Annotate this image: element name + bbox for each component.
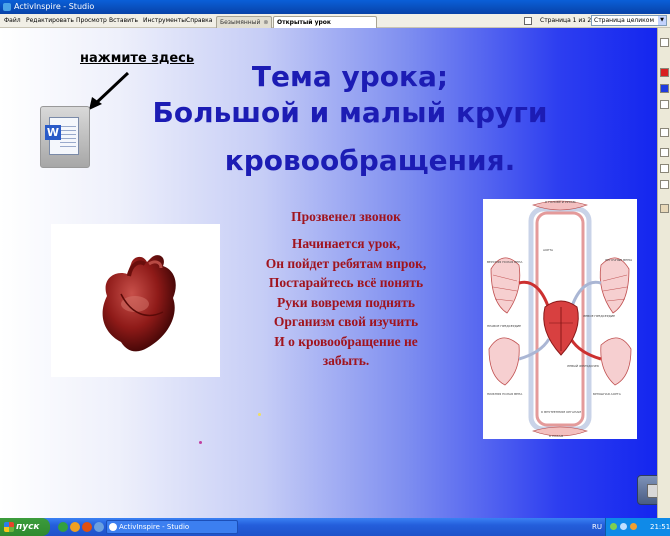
quicklaunch-icon[interactable]: [70, 522, 80, 532]
tab-close-icon[interactable]: ⊗: [263, 19, 268, 26]
page-title-line-2: Большой и малый круги: [152, 96, 548, 129]
svg-text:К ГОЛОВЕ И РУКАМ: К ГОЛОВЕ И РУКАМ: [545, 200, 576, 204]
clock: 21:51: [650, 523, 670, 531]
pen-tool-icon[interactable]: [660, 128, 669, 137]
menu-help[interactable]: Справка: [186, 14, 212, 28]
page-indicator: Страница 1 из 27: [540, 17, 596, 24]
svg-text:БРЮШНАЯ АОРТА: БРЮШНАЯ АОРТА: [593, 392, 622, 396]
svg-text:ЛЕВОЕ ПРЕДСЕРДИЕ: ЛЕВОЕ ПРЕДСЕРДИЕ: [583, 314, 615, 318]
word-letter-badge: W: [45, 125, 61, 140]
tool-button[interactable]: [660, 204, 669, 213]
activinspire-app-icon: [109, 523, 117, 531]
flipchart-canvas[interactable]: нажмите здесь W Тема урока; Большой и ма…: [0, 28, 667, 518]
poem-line: Постарайтесь всё понять: [268, 275, 424, 290]
poem-line: Начинается урок,: [291, 236, 401, 251]
svg-text:К НОГАМ: К НОГАМ: [549, 434, 564, 438]
poem-block: Прозвенел звонок Начинается урок, Он пой…: [226, 208, 466, 371]
tool-button[interactable]: [660, 148, 669, 157]
color-swatch-icon[interactable]: [660, 84, 669, 93]
language-indicator[interactable]: RU: [592, 518, 602, 536]
tab-untitled[interactable]: Безымянный ⊗: [216, 16, 272, 28]
view-select[interactable]: Страница целиком ▼: [591, 15, 667, 26]
menu-edit[interactable]: Редактировать: [26, 14, 74, 28]
start-button[interactable]: пуск: [0, 518, 50, 536]
taskbar: пуск ActivInspire - Studio RU 21:51: [0, 518, 670, 536]
poem-line: Он пойдет ребятам впрок,: [265, 255, 427, 271]
right-toolbar: [657, 28, 670, 518]
svg-text:НИЖНЯЯ ПОЛАЯ ВЕНА: НИЖНЯЯ ПОЛАЯ ВЕНА: [487, 392, 523, 396]
poem-line: И о кровообращение не: [274, 333, 418, 349]
word-document-icon[interactable]: W: [40, 106, 90, 168]
windows-flag-icon: [4, 522, 14, 532]
circulation-diagram[interactable]: К ГОЛОВЕ И РУКАМ ВЕРХНЯЯ ПОЛАЯ ВЕНА ЛЕГО…: [483, 199, 637, 439]
svg-text:ПРАВОЕ ПРЕДСЕРДИЕ: ПРАВОЕ ПРЕДСЕРДИЕ: [487, 324, 521, 328]
task-label: ActivInspire - Studio: [119, 523, 190, 531]
menu-view[interactable]: Просмотр: [76, 14, 107, 28]
start-label: пуск: [16, 522, 40, 532]
menu-insert[interactable]: Вставить: [109, 14, 138, 28]
tab-open-lesson[interactable]: Открытый урок Кровеносные⊗: [273, 16, 377, 37]
tray-icon[interactable]: [620, 523, 627, 530]
color-swatch-icon[interactable]: [660, 68, 669, 77]
heart-image[interactable]: [51, 224, 220, 377]
quicklaunch-icon[interactable]: [82, 522, 92, 532]
tool-button[interactable]: [660, 164, 669, 173]
window-title: ActivInspire - Studio: [14, 2, 95, 11]
quicklaunch-icon[interactable]: [94, 522, 104, 532]
page-title-line-3: кровообращения.: [224, 144, 516, 177]
menu-tools[interactable]: Инструменты: [143, 14, 186, 28]
chevron-down-icon[interactable]: ▼: [658, 16, 666, 25]
tray-icon[interactable]: [630, 523, 637, 530]
pen-dot: [258, 413, 261, 416]
page-sorter-icon[interactable]: [524, 17, 532, 25]
pen-dot: [199, 441, 202, 444]
svg-text:ЛЕВЫЙ ЖЕЛУДОЧЕК: ЛЕВЫЙ ЖЕЛУДОЧЕК: [567, 363, 600, 368]
poem-line: Организм свой изучить: [273, 314, 419, 329]
quicklaunch-icon[interactable]: [58, 522, 68, 532]
menu-file[interactable]: Файл: [4, 14, 21, 28]
menu-bar: Файл Редактировать Просмотр Вставить Инс…: [0, 14, 670, 37]
tray-icon[interactable]: [610, 523, 617, 530]
svg-text:АОРТА: АОРТА: [543, 248, 554, 252]
tool-button[interactable]: [660, 38, 669, 47]
activinspire-app-icon: [3, 3, 11, 11]
taskbar-button-activinspire[interactable]: ActivInspire - Studio: [106, 520, 238, 534]
tab-label: Безымянный: [220, 19, 261, 26]
poem-first-line: Прозвенел звонок: [291, 209, 401, 224]
view-select-value: Страница целиком: [594, 17, 654, 24]
title-bar: ActivInspire - Studio: [0, 0, 670, 14]
poem-line: Руки вовремя поднять: [276, 294, 416, 310]
circulation-diagram-illustration: К ГОЛОВЕ И РУКАМ ВЕРХНЯЯ ПОЛАЯ ВЕНА ЛЕГО…: [487, 200, 632, 438]
tool-button[interactable]: [660, 180, 669, 189]
svg-text:ВЕРХНЯЯ ПОЛАЯ ВЕНА: ВЕРХНЯЯ ПОЛАЯ ВЕНА: [487, 260, 523, 264]
app-window: ActivInspire - Studio Файл Редактировать…: [0, 0, 670, 536]
svg-text:ЛЕГОЧНЫЕ ВЕНЫ: ЛЕГОЧНЫЕ ВЕНЫ: [605, 258, 632, 262]
system-tray: 21:51: [605, 518, 670, 536]
color-swatch-icon[interactable]: [660, 100, 669, 109]
heart-illustration: [102, 255, 176, 352]
svg-text:К ВНУТРЕННИМ ОРГАНАМ: К ВНУТРЕННИМ ОРГАНАМ: [541, 410, 581, 414]
poem-line: забыть.: [322, 353, 370, 368]
